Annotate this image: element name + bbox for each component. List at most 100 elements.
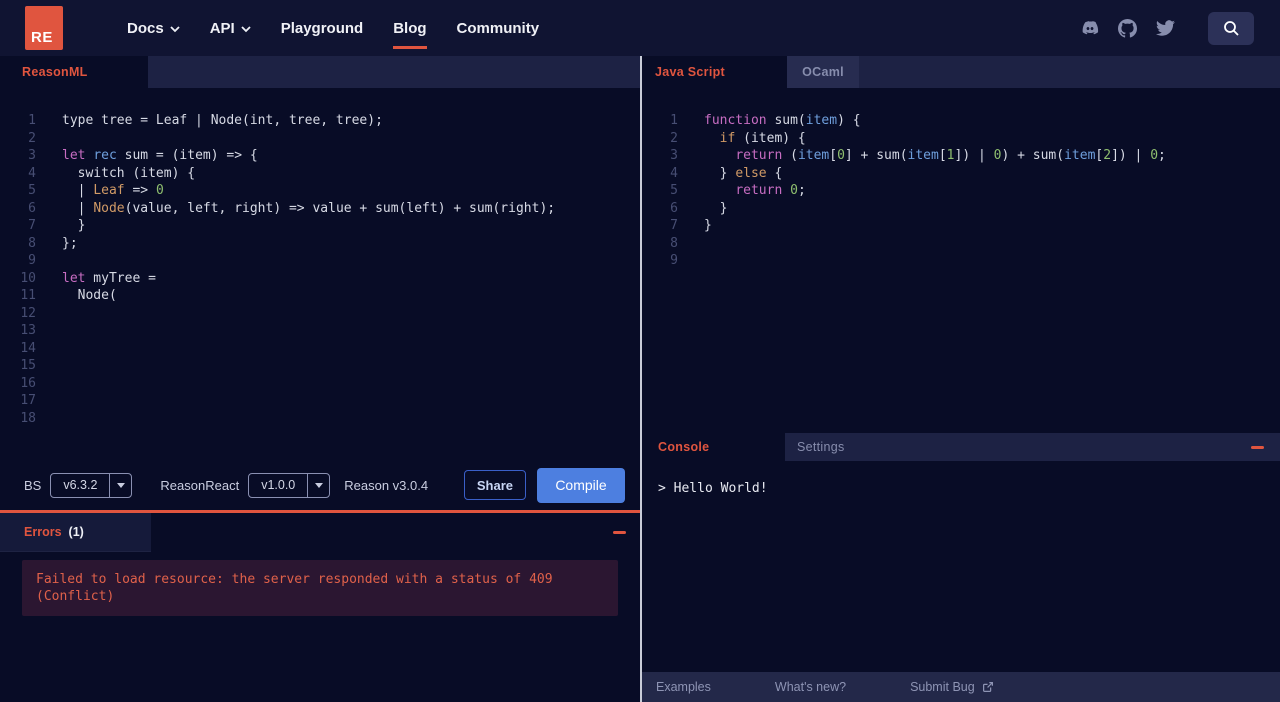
tab-ocaml[interactable]: OCaml: [787, 56, 859, 88]
code-line: 18: [0, 410, 640, 428]
examples-link[interactable]: Examples: [656, 680, 711, 694]
nav-right: [1081, 11, 1254, 45]
tab-label: Java Script: [655, 65, 726, 79]
left-tab-bar: ReasonML: [0, 56, 640, 88]
line-number: 14: [20, 340, 36, 356]
nav-item-community[interactable]: Community: [457, 14, 540, 43]
errors-count-badge: (1): [68, 525, 84, 539]
line-number: 6: [28, 200, 36, 216]
line-number: 6: [670, 200, 678, 216]
code-line: 10 let myTree =: [0, 270, 640, 288]
github-icon[interactable]: [1118, 18, 1137, 38]
line-number: 9: [670, 253, 678, 268]
reason-version-text: Reason v3.0.4: [344, 477, 429, 493]
nav-item-blog[interactable]: Blog: [393, 14, 427, 49]
code-line: 6 | Node(value, left, right) => value + …: [0, 200, 640, 218]
code-line: 15: [0, 357, 640, 375]
tab-errors[interactable]: Errors (1): [0, 513, 151, 552]
line-number: 12: [20, 305, 36, 321]
line-number: 8: [670, 235, 678, 251]
tab-javascript[interactable]: Java Script: [642, 56, 787, 88]
submit-bug-label: Submit Bug: [910, 680, 975, 694]
code-line: 2 if (item) {: [642, 130, 1280, 148]
code-line: 9: [0, 252, 640, 270]
line-number: 3: [28, 148, 36, 163]
nav-item-playground[interactable]: Playground: [281, 14, 364, 43]
nav-menu: Docs API Playground Blog Community: [127, 14, 540, 49]
nav-item-api[interactable]: API: [210, 14, 251, 43]
submit-bug-link[interactable]: Submit Bug: [910, 680, 995, 694]
line-number: 10: [20, 270, 36, 286]
line-number: 3: [670, 148, 678, 163]
line-number: 4: [670, 165, 678, 181]
code-line: 6 }: [642, 200, 1280, 218]
line-number: 8: [28, 235, 36, 251]
reasonreact-label: ReasonReact: [160, 477, 240, 493]
line-number: 4: [28, 165, 36, 181]
line-number: 18: [20, 410, 36, 426]
errors-title: Errors: [24, 525, 62, 539]
nav-item-docs[interactable]: Docs: [127, 14, 180, 43]
code-line: 13: [0, 322, 640, 340]
code-line: 7 }: [0, 217, 640, 235]
line-number: 2: [28, 130, 36, 146]
code-line: 9: [642, 252, 1280, 270]
line-number: 1: [670, 113, 678, 128]
code-line: 12: [0, 305, 640, 323]
code-line: 11 Node(: [0, 287, 640, 305]
code-line: 8};: [0, 235, 640, 253]
nav-item-label: Blog: [393, 19, 427, 37]
minimize-icon[interactable]: [613, 531, 626, 534]
twitter-icon[interactable]: [1156, 20, 1175, 36]
reason-code-editor[interactable]: 1 type tree = Leaf | Node(int, tree, tree…: [0, 88, 640, 460]
right-pane: Java Script OCaml 1 function sum(item) {2…: [642, 56, 1280, 702]
top-nav: RE Docs API Playground Blog Community: [0, 0, 1280, 56]
code-line: 4 } else {: [642, 165, 1280, 183]
tab-settings[interactable]: Settings: [797, 433, 845, 461]
code-line: 16: [0, 375, 640, 393]
code-line: 1 function sum(item) {: [642, 112, 1280, 130]
line-number: 15: [20, 358, 36, 373]
main-split: ReasonML 1 type tree = Leaf | Node(int, t…: [0, 56, 1280, 702]
tab-label: ReasonML: [22, 65, 88, 79]
line-number: 5: [670, 183, 678, 198]
javascript-output-editor[interactable]: 1 function sum(item) {2 if (item) {3 retu…: [642, 88, 1280, 433]
tab-label: Console: [658, 440, 710, 454]
tab-label: Settings: [797, 440, 845, 454]
bs-version-value: v6.3.2: [63, 478, 98, 492]
code-line: 17: [0, 392, 640, 410]
code-line: 5 return 0;: [642, 182, 1280, 200]
code-line: 2: [0, 130, 640, 148]
compile-button[interactable]: Compile: [537, 467, 625, 503]
search-icon: [1223, 20, 1239, 36]
bs-version-select[interactable]: v6.3.2: [50, 472, 133, 498]
code-line: 1 type tree = Leaf | Node(int, tree, tree…: [0, 112, 640, 130]
nav-item-label: Docs: [127, 19, 164, 37]
line-number: 1: [28, 113, 36, 128]
right-tab-bar: Java Script OCaml: [642, 56, 1280, 88]
external-link-icon: [982, 682, 993, 692]
line-number: 5: [28, 183, 36, 198]
error-message: Failed to load resource: the server resp…: [22, 560, 618, 616]
share-button[interactable]: Share: [463, 470, 526, 500]
tab-label: OCaml: [802, 65, 844, 79]
footer: Examples What's new? Submit Bug: [642, 672, 1280, 702]
nav-item-label: API: [209, 19, 235, 37]
bs-label: BS: [24, 477, 42, 493]
console-output-area: > Hello World!: [642, 461, 1280, 672]
minimize-icon[interactable]: [1251, 445, 1264, 449]
search-button[interactable]: [1208, 11, 1254, 45]
code-line: 8: [642, 235, 1280, 253]
logo[interactable]: RE: [25, 6, 63, 50]
tab-reasonml[interactable]: ReasonML: [0, 56, 148, 88]
line-number: 7: [670, 218, 678, 233]
code-line: 4 switch (item) {: [0, 165, 640, 183]
console-header: Console Settings: [642, 433, 1280, 461]
left-pane: ReasonML 1 type tree = Leaf | Node(int, t…: [0, 56, 640, 702]
discord-icon[interactable]: [1081, 19, 1099, 37]
nav-item-label: Community: [456, 19, 540, 37]
line-number: 13: [20, 323, 36, 338]
reasonreact-version-select[interactable]: v1.0.0: [248, 472, 331, 498]
whats-new-link[interactable]: What's new?: [775, 680, 846, 694]
tab-console[interactable]: Console: [642, 433, 785, 461]
